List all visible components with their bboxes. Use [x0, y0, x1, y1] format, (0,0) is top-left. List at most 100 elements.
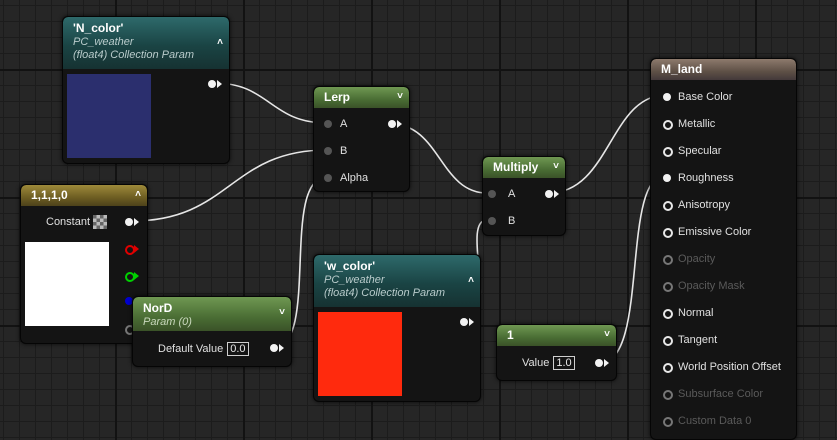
- collapse-chevron-icon[interactable]: ˄: [217, 37, 223, 48]
- output-pin[interactable]: [270, 344, 278, 352]
- pin-label-custom-data-0: Custom Data 0: [678, 415, 752, 427]
- multiply-node[interactable]: Multiply ˅ A B: [482, 156, 566, 236]
- input-pin-world-position-offset[interactable]: [663, 363, 673, 373]
- output-pin-arrow-icon: [217, 80, 222, 88]
- input-pin-opacity-mask: [663, 282, 673, 292]
- node-title: NorD: [143, 301, 173, 315]
- output-pin-r-arrow-icon: [134, 245, 139, 253]
- collapse-chevron-icon[interactable]: ˅: [553, 161, 559, 172]
- input-pin-normal[interactable]: [663, 309, 673, 319]
- input-pin-b[interactable]: [488, 217, 496, 225]
- node-header[interactable]: NorD Param (0) ˅: [133, 297, 291, 331]
- node-header[interactable]: Multiply ˅: [483, 157, 565, 178]
- node-subtitle: PC_weather: [73, 36, 134, 48]
- node-title: 'w_color': [324, 259, 376, 273]
- pin-label-alpha: Alpha: [340, 172, 369, 184]
- n-color-param-node[interactable]: 'N_color' PC_weather (float4) Collection…: [62, 16, 230, 164]
- default-value-field[interactable]: 0.0: [227, 342, 249, 356]
- node-title: 'N_color': [73, 21, 124, 35]
- input-pin-subsurface-color: [663, 390, 673, 400]
- constant4-node[interactable]: 1,1,1,0 ˄ Constant: [20, 184, 148, 344]
- collapse-chevron-icon[interactable]: ˄: [468, 275, 474, 286]
- output-pin-arrow-icon: [554, 190, 559, 198]
- collapse-chevron-icon[interactable]: ˄: [135, 189, 141, 200]
- pin-label-opacity: Opacity: [678, 253, 716, 265]
- nord-param-node[interactable]: NorD Param (0) ˅ Default Value 0.0: [132, 296, 292, 367]
- color-preview-swatch: [67, 74, 151, 158]
- node-header[interactable]: M_land: [651, 59, 796, 80]
- pin-label-opacity-mask: Opacity Mask: [678, 280, 745, 292]
- constant-label: Constant: [46, 215, 108, 230]
- pin-label-roughness: Roughness: [678, 172, 734, 184]
- node-title: M_land: [661, 62, 703, 76]
- default-value-label: Default Value: [158, 343, 224, 355]
- output-pin-arrow-icon: [134, 218, 139, 226]
- pin-label-b: B: [508, 215, 516, 227]
- collapse-chevron-icon[interactable]: ˅: [604, 329, 610, 340]
- node-header[interactable]: 'N_color' PC_weather (float4) Collection…: [63, 17, 229, 69]
- output-pin-rgba[interactable]: [125, 218, 133, 226]
- input-pin-b[interactable]: [324, 147, 332, 155]
- node-title: Multiply: [493, 160, 539, 174]
- pin-label-base-color: Base Color: [678, 91, 733, 103]
- input-pin-emissive-color[interactable]: [663, 228, 673, 238]
- input-pin-anisotropy[interactable]: [663, 201, 673, 211]
- default-value-row: Default Value 0.0: [158, 342, 249, 356]
- pin-label-normal: Normal: [678, 307, 714, 319]
- pin-label-metallic: Metallic: [678, 118, 716, 130]
- output-pin[interactable]: [460, 318, 468, 326]
- collapse-chevron-icon[interactable]: ˅: [279, 307, 285, 318]
- pin-label-world-position-offset: World Position Offset: [678, 361, 781, 373]
- output-pin-arrow-icon: [604, 359, 609, 367]
- output-pin[interactable]: [545, 190, 553, 198]
- node-header[interactable]: 1 ˅: [497, 325, 616, 346]
- input-pin-specular[interactable]: [663, 147, 673, 157]
- lerp-node[interactable]: Lerp ˅ A B Alpha: [313, 86, 410, 192]
- output-pin-arrow-icon: [397, 120, 402, 128]
- output-pin[interactable]: [208, 80, 216, 88]
- input-pin-alpha[interactable]: [324, 174, 332, 182]
- scalar-constant-node[interactable]: 1 ˅ Value 1.0: [496, 324, 617, 381]
- output-pin[interactable]: [388, 120, 396, 128]
- pin-label-emissive-color: Emissive Color: [678, 226, 752, 238]
- input-pin-custom-data-0: [663, 417, 673, 427]
- node-subtitle: Param (0): [143, 316, 192, 328]
- output-pin-g-arrow-icon: [134, 272, 139, 280]
- node-header[interactable]: Lerp ˅: [314, 87, 409, 108]
- color-preview-swatch: [25, 242, 109, 326]
- collapse-chevron-icon[interactable]: ˅: [397, 91, 403, 102]
- input-pin-metallic[interactable]: [663, 120, 673, 130]
- output-pin-arrow-icon: [279, 344, 284, 352]
- node-header[interactable]: 'w_color' PC_weather (float4) Collection…: [314, 255, 480, 307]
- alpha-checker-icon: [93, 215, 108, 230]
- wire-multiply-to-base-color: [548, 94, 667, 194]
- node-subtitle: PC_weather: [324, 274, 385, 286]
- w-color-param-node[interactable]: 'w_color' PC_weather (float4) Collection…: [313, 254, 481, 402]
- pin-label-tangent: Tangent: [678, 334, 718, 346]
- wire-ncolor-to-lerp-a: [213, 82, 328, 124]
- input-pin-tangent[interactable]: [663, 336, 673, 346]
- node-title: 1,1,1,0: [31, 188, 68, 202]
- output-pin[interactable]: [595, 359, 603, 367]
- node-title: Lerp: [324, 90, 351, 104]
- input-pin-a[interactable]: [488, 190, 496, 198]
- value-field[interactable]: 1.0: [553, 356, 575, 370]
- pin-label-a: A: [508, 188, 516, 200]
- node-header[interactable]: 1,1,1,0 ˄: [21, 185, 147, 206]
- color-preview-swatch: [318, 312, 402, 396]
- input-pin-base-color[interactable]: [663, 93, 671, 101]
- pin-label-specular: Specular: [678, 145, 722, 157]
- value-row: Value 1.0: [522, 356, 575, 370]
- output-pin-arrow-icon: [469, 318, 474, 326]
- pin-label-b: B: [340, 145, 348, 157]
- node-title: 1: [507, 328, 514, 342]
- material-result-node[interactable]: M_land Base Color Metallic Specular Roughne…: [650, 58, 797, 440]
- input-pin-roughness[interactable]: [663, 174, 671, 182]
- pin-label-anisotropy: Anisotropy: [678, 199, 730, 211]
- pin-label-a: A: [340, 118, 348, 130]
- value-label: Value: [522, 357, 550, 369]
- node-subtitle-type: (float4) Collection Param: [324, 287, 446, 299]
- node-subtitle-type: (float4) Collection Param: [73, 49, 195, 61]
- input-pin-a[interactable]: [324, 120, 332, 128]
- pin-label-subsurface-color: Subsurface Color: [678, 388, 763, 400]
